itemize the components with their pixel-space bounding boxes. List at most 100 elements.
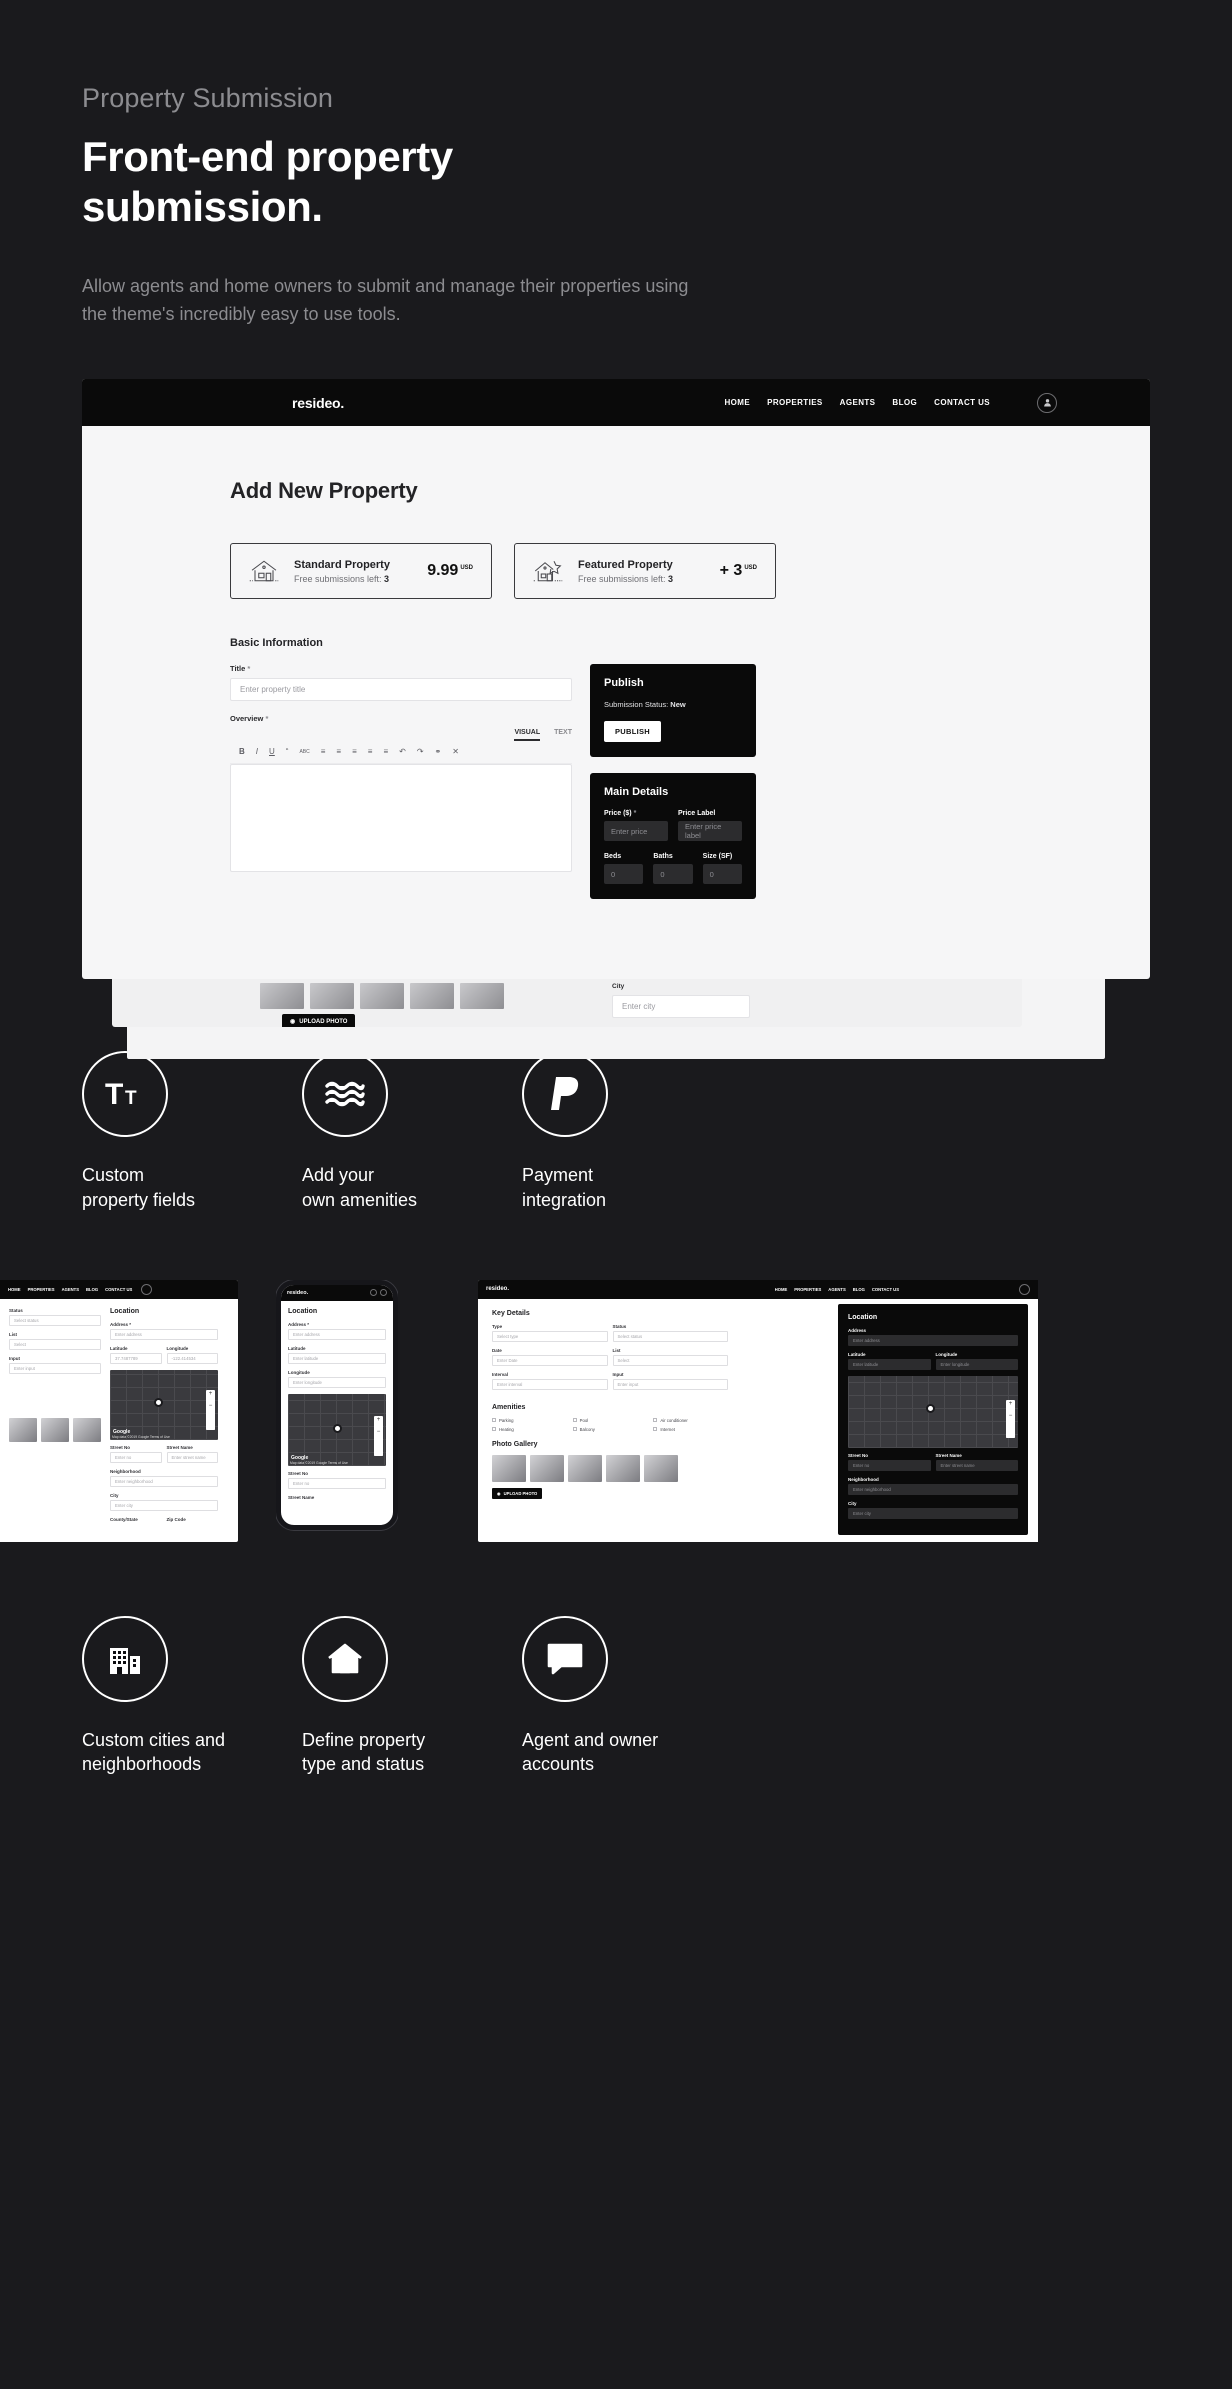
type-select[interactable]: Select type — [492, 1330, 608, 1342]
photo-thumbnail[interactable] — [606, 1454, 640, 1482]
address-input[interactable]: Enter address — [848, 1334, 1018, 1346]
amenity-checkbox[interactable]: Heating — [492, 1427, 567, 1432]
link-icon[interactable]: ⚭ — [435, 748, 442, 756]
photo-thumbnail[interactable] — [9, 1417, 37, 1442]
nav-item-properties[interactable]: PROPERTIES — [767, 398, 823, 407]
generic-input[interactable]: Enter input — [9, 1362, 101, 1374]
size-input[interactable]: 0 — [702, 864, 742, 885]
brand-logo[interactable]: resideo. — [486, 1286, 509, 1292]
nav-item-properties[interactable]: PROPERTIES — [28, 1287, 55, 1292]
amenity-checkbox[interactable]: Internet — [653, 1427, 728, 1432]
city-input[interactable]: Enter city — [110, 1499, 218, 1511]
photo-thumbnail[interactable] — [260, 983, 304, 1010]
nav-item-blog[interactable]: BLOG — [892, 398, 917, 407]
neighborhood-input[interactable]: Enter neighborhood — [110, 1475, 218, 1487]
photo-thumbnail[interactable] — [410, 983, 454, 1010]
map-zoom-out-button[interactable]: − — [1006, 1411, 1015, 1438]
nav-item-home[interactable]: HOME — [724, 398, 750, 407]
user-icon[interactable] — [370, 1289, 377, 1297]
nav-item-contact-us[interactable]: CONTACT US — [934, 398, 990, 407]
strikethrough-icon[interactable]: ABC — [299, 749, 309, 755]
clear-format-icon[interactable]: ✕ — [452, 748, 459, 756]
blockquote-icon[interactable]: “ — [286, 748, 289, 756]
numbered-list-icon[interactable]: ≡ — [336, 748, 341, 756]
latitude-input[interactable]: Enter latitude — [848, 1358, 931, 1370]
city-input[interactable]: Enter city — [612, 995, 750, 1019]
price-label-input[interactable]: Enter price label — [678, 821, 742, 842]
photo-thumbnail[interactable] — [530, 1454, 564, 1482]
photo-thumbnail[interactable] — [41, 1417, 69, 1442]
publish-button[interactable]: PUBLISH — [604, 721, 662, 743]
street-name-input[interactable]: Enter street name — [935, 1459, 1018, 1471]
street-name-input[interactable]: Enter street name — [166, 1451, 218, 1463]
map-zoom-out-button[interactable]: − — [374, 1427, 383, 1456]
neighborhood-input[interactable]: Enter neighborhood — [848, 1483, 1018, 1495]
tab-visual[interactable]: VISUAL — [514, 729, 541, 742]
location-map[interactable]: + − Google Map data ©2019 Google Terms o… — [110, 1369, 218, 1440]
nav-item-agents[interactable]: AGENTS — [62, 1287, 79, 1292]
user-icon[interactable] — [1019, 1283, 1030, 1295]
photo-thumbnail[interactable] — [492, 1454, 526, 1482]
latitude-input[interactable]: Enter latitude — [288, 1352, 386, 1364]
list-select[interactable]: Select — [9, 1338, 101, 1350]
user-icon[interactable] — [141, 1283, 153, 1295]
address-input[interactable]: Enter address — [110, 1328, 218, 1340]
brand-logo[interactable]: resideo. — [292, 395, 344, 411]
status-select[interactable]: Select status — [9, 1314, 101, 1326]
nav-item-blog[interactable]: BLOG — [86, 1287, 98, 1292]
nav-item-home[interactable]: HOME — [8, 1287, 21, 1292]
address-input[interactable]: Enter address — [288, 1328, 386, 1340]
photo-thumbnail[interactable] — [73, 1417, 101, 1442]
bullet-list-icon[interactable]: ≡ — [321, 748, 326, 756]
brand-logo[interactable]: resideo. — [287, 1290, 308, 1296]
photo-thumbnail[interactable] — [360, 983, 404, 1010]
undo-icon[interactable]: ↶ — [399, 748, 406, 756]
menu-icon[interactable] — [380, 1289, 387, 1297]
street-no-input[interactable]: Enter no — [848, 1459, 931, 1471]
status-select[interactable]: Select status — [612, 1330, 728, 1342]
align-right-icon[interactable]: ≡ — [383, 748, 388, 756]
upload-photo-button[interactable]: ◉ UPLOAD PHOTO — [282, 1014, 356, 1028]
nav-item-contact-us[interactable]: CONTACT US — [105, 1287, 132, 1292]
baths-input[interactable]: 0 — [653, 864, 693, 885]
location-map[interactable]: + − — [848, 1375, 1018, 1448]
upload-photo-button[interactable]: ◉ UPLOAD PHOTO — [492, 1487, 543, 1499]
nav-item-agents[interactable]: AGENTS — [828, 1287, 845, 1292]
amenity-checkbox[interactable]: Pool — [572, 1418, 648, 1423]
date-input[interactable]: Enter Date — [492, 1354, 608, 1366]
longitude-input[interactable]: Enter longitude — [935, 1358, 1018, 1370]
city-input[interactable]: Enter city — [848, 1507, 1018, 1519]
align-center-icon[interactable]: ≡ — [368, 748, 373, 756]
redo-icon[interactable]: ↷ — [417, 748, 424, 756]
longitude-input[interactable]: Enter longitude — [288, 1376, 386, 1388]
bold-icon[interactable]: B — [239, 748, 245, 756]
map-zoom-out-button[interactable]: − — [206, 1401, 215, 1430]
plan-card-featured[interactable]: Featured Property Free submissions left:… — [514, 543, 776, 600]
amenity-checkbox[interactable]: Balcony — [572, 1427, 648, 1432]
generic-input[interactable]: Enter input — [612, 1378, 728, 1390]
title-input[interactable]: Enter property title — [230, 678, 572, 702]
user-icon[interactable] — [1037, 392, 1057, 413]
photo-thumbnail[interactable] — [310, 983, 354, 1010]
beds-input[interactable]: 0 — [604, 864, 644, 885]
underline-icon[interactable]: U — [269, 748, 275, 756]
nav-item-blog[interactable]: BLOG — [853, 1287, 865, 1292]
tab-text[interactable]: TEXT — [554, 729, 572, 741]
interval-input[interactable]: Enter interval — [492, 1378, 608, 1390]
nav-item-properties[interactable]: PROPERTIES — [794, 1287, 821, 1292]
amenity-checkbox[interactable]: Parking — [492, 1418, 567, 1423]
align-left-icon[interactable]: ≡ — [352, 748, 357, 756]
street-no-input[interactable]: Enter no — [288, 1477, 386, 1489]
amenity-checkbox[interactable]: Air conditioner — [653, 1418, 728, 1423]
nav-item-contact-us[interactable]: CONTACT US — [872, 1287, 899, 1292]
nav-item-home[interactable]: HOME — [775, 1287, 788, 1292]
overview-editor[interactable] — [230, 764, 572, 873]
photo-thumbnail[interactable] — [644, 1454, 678, 1482]
photo-thumbnail[interactable] — [568, 1454, 602, 1482]
street-no-input[interactable]: Enter no — [110, 1451, 162, 1463]
plan-card-standard[interactable]: Standard Property Free submissions left:… — [230, 543, 492, 600]
nav-item-agents[interactable]: AGENTS — [840, 398, 876, 407]
list-select[interactable]: Select — [612, 1354, 728, 1366]
price-input[interactable]: Enter price — [604, 821, 668, 842]
photo-thumbnail[interactable] — [460, 983, 504, 1010]
